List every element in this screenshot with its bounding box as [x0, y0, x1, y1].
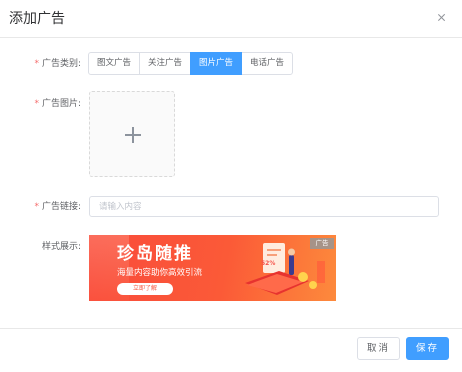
ad-link-label: * 广告链接: [24, 201, 81, 213]
footer-divider [0, 328, 462, 329]
ad-type-label-text: 广告类别: [41, 59, 81, 69]
banner-illustration-icon: 52% [245, 243, 325, 295]
ad-type-label: * 广告类别: [24, 58, 81, 70]
ad-link-label-text: 广告链接: [41, 202, 81, 212]
dialog-header: 添加广告 [0, 0, 462, 38]
ad-type-option-text-image[interactable]: 图文广告 [88, 52, 141, 75]
ad-type-radio-group: 图文广告 关注广告 图片广告 电话广告 [88, 52, 294, 75]
ad-banner-preview: 52% 珍岛随推 海量内容助你高效引流 立即了解 广告 [89, 235, 336, 301]
required-mark: * [34, 59, 39, 69]
ad-link-input[interactable] [89, 196, 439, 217]
close-icon[interactable] [435, 11, 449, 25]
preview-label: 样式展示: [41, 242, 81, 252]
banner-subtitle: 海量内容助你高效引流 [117, 268, 203, 278]
cancel-button[interactable]: 取消 [357, 337, 400, 360]
plus-icon [125, 127, 141, 143]
banner-learn-more-button: 立即了解 [117, 283, 173, 295]
banner-badge: 52% [261, 260, 275, 267]
save-button[interactable]: 保存 [406, 337, 449, 360]
banner-title: 珍岛随推 [117, 244, 193, 264]
ad-type-option-phone[interactable]: 电话广告 [241, 52, 294, 75]
dialog-title: 添加广告 [9, 11, 65, 27]
add-ad-dialog: 添加广告 * 广告类别: 图文广告 关注广告 图片广告 电话广告 * 广告图片: *… [0, 0, 462, 372]
ad-type-option-image[interactable]: 图片广告 [190, 52, 243, 75]
ad-tag-badge: 广告 [310, 238, 334, 249]
ad-image-label: * 广告图片: [24, 98, 81, 110]
required-mark: * [34, 202, 39, 212]
ad-type-option-follow[interactable]: 关注广告 [139, 52, 192, 75]
ad-image-label-text: 广告图片: [41, 99, 81, 109]
image-uploader[interactable] [89, 91, 175, 177]
required-mark: * [34, 99, 39, 109]
